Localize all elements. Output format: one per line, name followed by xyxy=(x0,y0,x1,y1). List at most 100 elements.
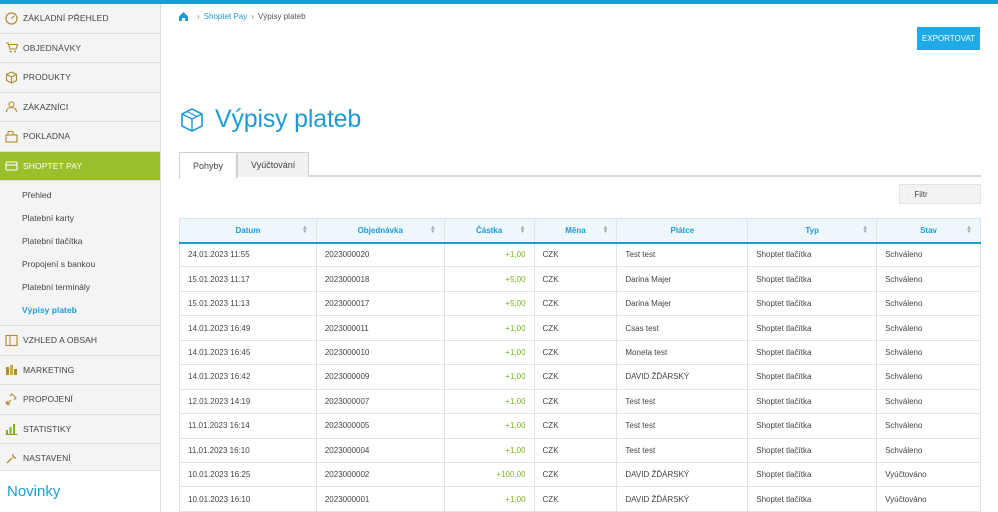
sidebar-subitem-propojeni-s-bankou[interactable]: Propojení s bankou xyxy=(0,252,160,275)
cell-platce: Darina Majer xyxy=(616,290,749,317)
column-header-label: Částka xyxy=(475,225,503,235)
table-row[interactable]: 15.01.2023 11:17 2023000018 +5,00 CZK Darina… xyxy=(179,266,981,292)
package-icon xyxy=(178,106,206,134)
cell-castka: +1,00 xyxy=(443,388,535,415)
cell-objednavka: 2023000017 xyxy=(315,290,445,317)
table-row[interactable]: 10.01.2023 16:10 2023000001 +1,00 CZK DAVID … xyxy=(179,486,981,512)
breadcrumb-link-shoptet-pay[interactable]: Shoptet Pay xyxy=(204,12,248,21)
cell-stav: Schváleno xyxy=(876,266,981,292)
sidebar-item-propojeni[interactable]: PROPOJENÍ xyxy=(0,385,160,415)
cell-mena: CZK xyxy=(533,266,618,292)
cell-platce: Test test xyxy=(616,388,749,415)
column-header-mena[interactable]: Měna ▲ ▼ xyxy=(533,218,618,244)
sidebar-item-label: MARKETING xyxy=(23,364,75,375)
sidebar-subitem-prehled[interactable]: Přehled xyxy=(0,183,160,206)
sidebar-item-statistiky[interactable]: STATISTIKY xyxy=(0,415,160,444)
cell-typ: Shoptet tlačítka xyxy=(747,413,878,439)
cell-mena: CZK xyxy=(533,413,618,439)
link-icon xyxy=(4,392,18,406)
column-header-datum[interactable]: Datum ▲ ▼ xyxy=(179,218,317,244)
column-header-platce[interactable]: Plátce xyxy=(616,218,749,244)
cell-castka: +5,00 xyxy=(443,290,535,317)
home-icon[interactable] xyxy=(178,11,189,22)
cell-datum: 14.01.2023 16:42 xyxy=(179,364,317,390)
sort-icon: ▲ ▼ xyxy=(862,225,869,235)
table-row[interactable]: 11.01.2023 16:14 2023000005 +1,00 CZK Test t… xyxy=(179,413,981,439)
column-header-stav[interactable]: Stav ▲ ▼ xyxy=(876,218,981,244)
sidebar-subitem-platebni-karty[interactable]: Platební karty xyxy=(0,206,160,229)
filter-button[interactable]: · Filtr xyxy=(899,184,981,204)
column-header-label: Plátce xyxy=(670,225,695,235)
sidebar-item-zakaznici[interactable]: ZÁKAZNÍCI xyxy=(0,93,160,122)
payments-table: Datum ▲ ▼ Objednávka ▲ ▼ Částka ▲ ▼ Měna ▲ ▼ Plá… xyxy=(179,218,981,512)
cell-platce: DAVID ŽĎÁRSKÝ xyxy=(616,486,749,512)
sidebar-item-objednavky[interactable]: OBJEDNÁVKY xyxy=(0,34,160,63)
column-header-objednavka[interactable]: Objednávka ▲ ▼ xyxy=(315,218,445,244)
table-row[interactable]: 24.01.2023 11:55 2023000020 +1,00 CZK Test t… xyxy=(179,241,981,268)
sort-icon: ▲ ▼ xyxy=(966,225,972,235)
cell-datum: 24.01.2023 11:55 xyxy=(179,241,317,268)
table-row[interactable]: 14.01.2023 16:42 2023000009 +1,00 CZK DAVID … xyxy=(179,364,981,390)
cell-typ: Shoptet tlačítka xyxy=(747,364,878,390)
cell-stav: Vyúčtováno xyxy=(876,486,981,512)
cell-typ: Shoptet tlačítka xyxy=(747,266,878,292)
sidebar-subitem-vypisy-plateb[interactable]: Výpisy plateb xyxy=(0,298,160,321)
cell-platce: Csas test xyxy=(616,315,749,341)
tab-vyuctovani[interactable]: Vyúčtování xyxy=(237,152,310,177)
column-header-typ[interactable]: Typ ▲ ▼ xyxy=(747,218,878,244)
page-title: Výpisy plateb xyxy=(215,105,362,133)
table-row[interactable]: 15.01.2023 11:13 2023000017 +5,00 CZK Darina… xyxy=(179,290,981,317)
page-header: Výpisy plateb xyxy=(178,105,361,134)
cell-datum: 11.01.2023 16:10 xyxy=(179,437,317,463)
sidebar-item-vzhled-a-obsah[interactable]: VZHLED A OBSAH xyxy=(0,326,160,356)
sidebar-subitem-platebni-tlacitka[interactable]: Platební tlačítka xyxy=(0,229,160,252)
sidebar-item-produkty[interactable]: PRODUKTY xyxy=(0,63,160,93)
export-button[interactable]: EXPORTOVAT xyxy=(917,27,980,50)
tab-pohyby[interactable]: Pohyby xyxy=(179,152,238,179)
sidebar-item-label: STATISTIKY xyxy=(23,423,72,434)
cell-datum: 10.01.2023 16:25 xyxy=(179,461,317,488)
breadcrumb-separator: › xyxy=(251,12,254,21)
cell-platce: Test test xyxy=(616,437,749,463)
breadcrumb-separator: › xyxy=(197,12,200,21)
cell-typ: Shoptet tlačítka xyxy=(747,486,878,512)
filter-toggle-icon: · xyxy=(906,190,909,198)
table-row[interactable]: 11.01.2023 16:10 2023000004 +1,00 CZK Test t… xyxy=(179,437,981,463)
column-header-label: Datum xyxy=(235,225,261,235)
cell-stav: Schváleno xyxy=(876,413,981,439)
table-row[interactable]: 12.01.2023 14:19 2023000007 +1,00 CZK Test t… xyxy=(179,388,981,415)
cell-stav: Schváleno xyxy=(876,315,981,341)
box-icon xyxy=(4,70,18,84)
sidebar-subitem-platebni-terminaly[interactable]: Platební terminály xyxy=(0,275,160,298)
cell-mena: CZK xyxy=(533,339,618,366)
cell-objednavka: 2023000007 xyxy=(315,388,445,415)
sidebar-item-shoptet-pay[interactable]: SHOPTET PAY xyxy=(0,151,160,181)
table-row[interactable]: 10.01.2023 16:25 2023000002 +100,00 CZK DAVI… xyxy=(179,461,981,488)
cell-stav: Schváleno xyxy=(876,339,981,366)
tabs-bar: Pohyby Vyúčtování xyxy=(179,152,981,179)
cell-castka: +1,00 xyxy=(443,413,535,439)
cell-castka: +5,00 xyxy=(443,266,535,292)
cell-datum: 14.01.2023 16:49 xyxy=(179,315,317,341)
speedometer-icon xyxy=(4,11,18,25)
cell-datum: 10.01.2023 16:10 xyxy=(179,486,317,512)
cell-mena: CZK xyxy=(533,388,618,415)
table-row[interactable]: 14.01.2023 16:45 2023000010 +1,00 CZK Moneta… xyxy=(179,339,981,366)
cell-objednavka: 2023000010 xyxy=(315,339,445,366)
cell-mena: CZK xyxy=(533,241,618,268)
novinky-link[interactable]: Novinky xyxy=(0,470,160,512)
sidebar-item-pokladna[interactable]: POKLADNA xyxy=(0,122,160,152)
wallet-icon xyxy=(4,159,18,173)
sidebar-item-zakladni-prehled[interactable]: ZÁKLADNÍ PŘEHLED xyxy=(0,4,160,34)
column-header-castka[interactable]: Částka ▲ ▼ xyxy=(443,218,535,244)
sort-icon: ▲ ▼ xyxy=(301,225,308,235)
sidebar-item-marketing[interactable]: MARKETING xyxy=(0,356,160,385)
cell-typ: Shoptet tlačítka xyxy=(747,339,878,366)
cell-typ: Shoptet tlačítka xyxy=(747,437,878,463)
table-row[interactable]: 14.01.2023 16:49 2023000011 +1,00 CZK Csas t… xyxy=(179,315,981,341)
marketing-icon xyxy=(4,363,18,377)
cell-typ: Shoptet tlačítka xyxy=(747,461,878,488)
cell-castka: +100,00 xyxy=(443,461,535,488)
cell-typ: Shoptet tlačítka xyxy=(747,315,878,341)
cell-datum: 15.01.2023 11:13 xyxy=(179,290,317,317)
